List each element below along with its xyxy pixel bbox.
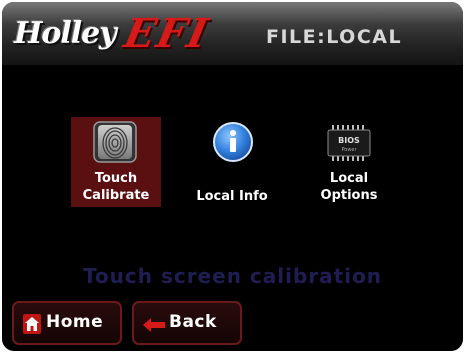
bios-chip-icon: BIOS Power	[326, 125, 372, 165]
menu-item-touch-calibrate[interactable]: Touch Calibrate	[71, 117, 161, 207]
touch-calibrate-label-line1: Touch	[94, 171, 138, 186]
bios-chip-subtext: Power	[341, 147, 357, 153]
back-button[interactable]: Back	[132, 301, 242, 345]
local-info-label: Local Info	[184, 188, 280, 205]
local-options-label-line2: Options	[320, 188, 378, 203]
menu-item-local-info[interactable]: Local Info	[184, 117, 280, 207]
fingerprint-icon	[93, 121, 137, 167]
menu-item-local-options[interactable]: BIOS Power Local Options	[304, 117, 394, 207]
touch-calibrate-label-line2: Calibrate	[82, 188, 150, 203]
bios-chip-text: BIOS	[338, 136, 360, 145]
local-options-label: Local Options	[304, 170, 394, 204]
local-options-label-line1: Local	[329, 171, 369, 186]
info-icon	[212, 121, 254, 167]
holley-efi-logo: Holley EFI	[12, 8, 214, 60]
back-arrow-icon	[143, 317, 165, 336]
touch-calibrate-label: Touch Calibrate	[71, 170, 161, 204]
header-bar: Holley EFI FILE:LOCAL	[2, 2, 463, 65]
back-button-label: Back	[169, 312, 217, 332]
home-button-label: Home	[46, 312, 104, 332]
status-text: Touch screen calibration	[82, 264, 383, 288]
page-title: FILE:LOCAL	[266, 26, 403, 48]
logo-holley-text: Holley	[14, 16, 117, 51]
app-screen: Holley EFI FILE:LOCAL Touch Calibrate Lo…	[2, 2, 463, 351]
local-info-label-line1: Local Info	[196, 189, 268, 204]
logo-efi-text: EFI	[120, 10, 214, 57]
home-button[interactable]: Home	[12, 301, 122, 345]
home-icon	[23, 314, 41, 338]
